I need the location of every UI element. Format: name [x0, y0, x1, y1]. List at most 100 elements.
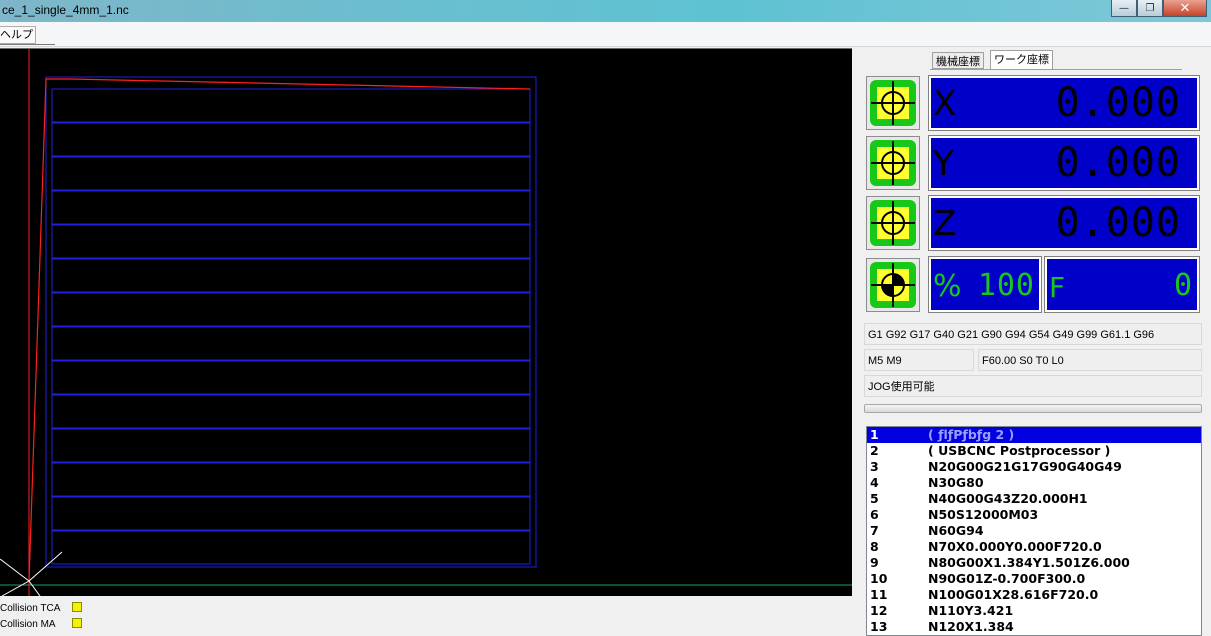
y-position-display: Y 0.000 [928, 135, 1200, 191]
crosshair-target-icon [870, 80, 916, 126]
gcode-line-text: N20G00G21G17G90G40G49 [928, 459, 1122, 474]
tab-machine-coordinates[interactable]: 機械座標 [932, 52, 984, 69]
gcode-line-text: N80G00X1.384Y1.501Z6.000 [928, 555, 1130, 570]
feed-value: 0 [1173, 268, 1193, 303]
z-axis-value: 0.000 [1055, 200, 1181, 246]
override-symbol: % [933, 269, 962, 304]
gcode-line[interactable]: 9 N80G00X1.384Y1.501Z6.000 [867, 555, 1201, 571]
gcode-line-text: N120X1.384 [928, 619, 1014, 634]
y-axis-letter: Y [933, 144, 954, 184]
gcode-line[interactable]: 5 N40G00G43Z20.000H1 [867, 491, 1201, 507]
zigzag-pass [51, 360, 531, 395]
feed-toolpath [45, 76, 537, 568]
gcode-line-text: N70X0.000Y0.000F720.0 [928, 539, 1102, 554]
feed-letter: F [1049, 271, 1066, 304]
collision-tca-indicator [72, 602, 82, 612]
gcode-line-text: N110Y3.421 [928, 603, 1014, 618]
window-controls: — ❐ ✕ [1111, 0, 1207, 18]
zigzag-pass [51, 122, 531, 157]
crosshair-target-icon [870, 140, 916, 186]
gcode-line-number: 11 [870, 587, 888, 602]
gcode-line[interactable]: 8 N70X0.000Y0.000F720.0 [867, 539, 1201, 555]
gcode-line-number: 4 [870, 475, 879, 490]
zigzag-pass [51, 258, 531, 293]
zigzag-pass [51, 428, 531, 463]
menu-help[interactable]: ヘルプ [0, 26, 36, 44]
gcode-line[interactable]: 6 N50S12000M03 [867, 507, 1201, 523]
z-axis-letter: Z [933, 204, 957, 244]
toolpath-canvas [0, 49, 852, 596]
gcode-line-text: N50S12000M03 [928, 507, 1039, 522]
gcode-line-number: 10 [870, 571, 888, 586]
gcode-line-number: 3 [870, 459, 879, 474]
right-panel: 機械座標 ワーク座標 X 0.000 Y 0.000 Z 0.000 % 100… [855, 48, 1211, 636]
gcode-line[interactable]: 4 N30G80 [867, 475, 1201, 491]
maximize-button[interactable]: ❐ [1137, 0, 1163, 17]
status-area: Collision TCA Collision MA [0, 596, 852, 630]
zigzag-pass [51, 462, 531, 497]
zigzag-pass [51, 292, 531, 327]
zero-y-button[interactable] [866, 136, 920, 190]
zigzag-pass [51, 88, 531, 123]
home-target-icon [870, 262, 916, 308]
window-title: ce_1_single_4mm_1.nc [2, 3, 129, 17]
gcode-line[interactable]: 2 ( USBCNC Postprocessor ) [867, 443, 1201, 459]
zigzag-pass [51, 326, 531, 361]
zigzag-pass [51, 496, 531, 531]
collision-ma-label: Collision MA [0, 619, 56, 630]
gcode-line[interactable]: 13 N120X1.384 [867, 619, 1201, 635]
gcode-line-number: 2 [870, 443, 879, 458]
home-button[interactable] [866, 258, 920, 312]
collision-ma-indicator [72, 618, 82, 628]
gcode-line-text: N30G80 [928, 475, 984, 490]
menu-divider [0, 44, 55, 45]
pocket-outline [45, 76, 537, 568]
gcode-line-text: N60G94 [928, 523, 984, 538]
gcode-line[interactable]: 3 N20G00G21G17G90G40G49 [867, 459, 1201, 475]
gcode-line-number: 5 [870, 491, 879, 506]
tab-divider [930, 69, 1182, 70]
toolpath-viewport[interactable] [0, 48, 852, 596]
gcode-line-number: 13 [870, 619, 888, 634]
gcode-line-number: 7 [870, 523, 879, 538]
title-bar: ce_1_single_4mm_1.nc — ❐ ✕ [0, 0, 1211, 22]
modal-codes-display: G1 G92 G17 G40 G21 G90 G94 G54 G49 G99 G… [864, 323, 1202, 345]
gcode-line[interactable]: 12 N110Y3.421 [867, 603, 1201, 619]
zigzag-pass [51, 530, 531, 565]
gcode-listing[interactable]: 1 ( ƒlƒPƒbƒg 2 ) 2 ( USBCNC Postprocessor )… [866, 426, 1202, 636]
gcode-line[interactable]: 7 N60G94 [867, 523, 1201, 539]
feed-display: F 0 [1044, 256, 1200, 313]
close-button[interactable]: ✕ [1163, 0, 1207, 17]
collision-tca-label: Collision TCA [0, 603, 61, 614]
override-value: 100 [977, 268, 1035, 303]
origin-marker [0, 551, 63, 596]
gcode-line-number: 9 [870, 555, 879, 570]
x-axis-value: 0.000 [1055, 80, 1181, 126]
minimize-button[interactable]: — [1111, 0, 1137, 17]
crosshair-target-icon [870, 200, 916, 246]
y-axis-value: 0.000 [1055, 140, 1181, 186]
gcode-line[interactable]: 10 N90G01Z-0.700F300.0 [867, 571, 1201, 587]
gcode-line-text: N90G01Z-0.700F300.0 [928, 571, 1086, 586]
gcode-line[interactable]: 1 ( ƒlƒPƒbƒg 2 ) [867, 427, 1201, 443]
gcode-line-text: N100G01X28.616F720.0 [928, 587, 1099, 602]
gcode-line-number: 6 [870, 507, 879, 522]
zigzag-pass [51, 156, 531, 191]
zigzag-pass [51, 224, 531, 259]
gcode-line-text: ( ƒlƒPƒbƒg 2 ) [928, 427, 1015, 442]
zigzag-pass [51, 394, 531, 429]
x-axis-letter: X [933, 84, 957, 124]
zero-z-button[interactable] [866, 196, 920, 250]
program-progress-bar [864, 404, 1202, 413]
menu-bar: ヘルプ [0, 22, 1211, 47]
rapid-move-path [28, 78, 531, 582]
gcode-line[interactable]: 11 N100G01X28.616F720.0 [867, 587, 1201, 603]
gcode-line-number: 8 [870, 539, 879, 554]
tab-work-coordinates[interactable]: ワーク座標 [990, 50, 1053, 70]
gcode-line-number: 1 [870, 427, 879, 442]
jog-status-display: JOG使用可能 [864, 375, 1202, 397]
z-position-display: Z 0.000 [928, 195, 1200, 251]
spindle-coolant-display: M5 M9 [864, 349, 974, 371]
zero-x-button[interactable] [866, 76, 920, 130]
override-display[interactable]: % 100 [928, 256, 1042, 313]
